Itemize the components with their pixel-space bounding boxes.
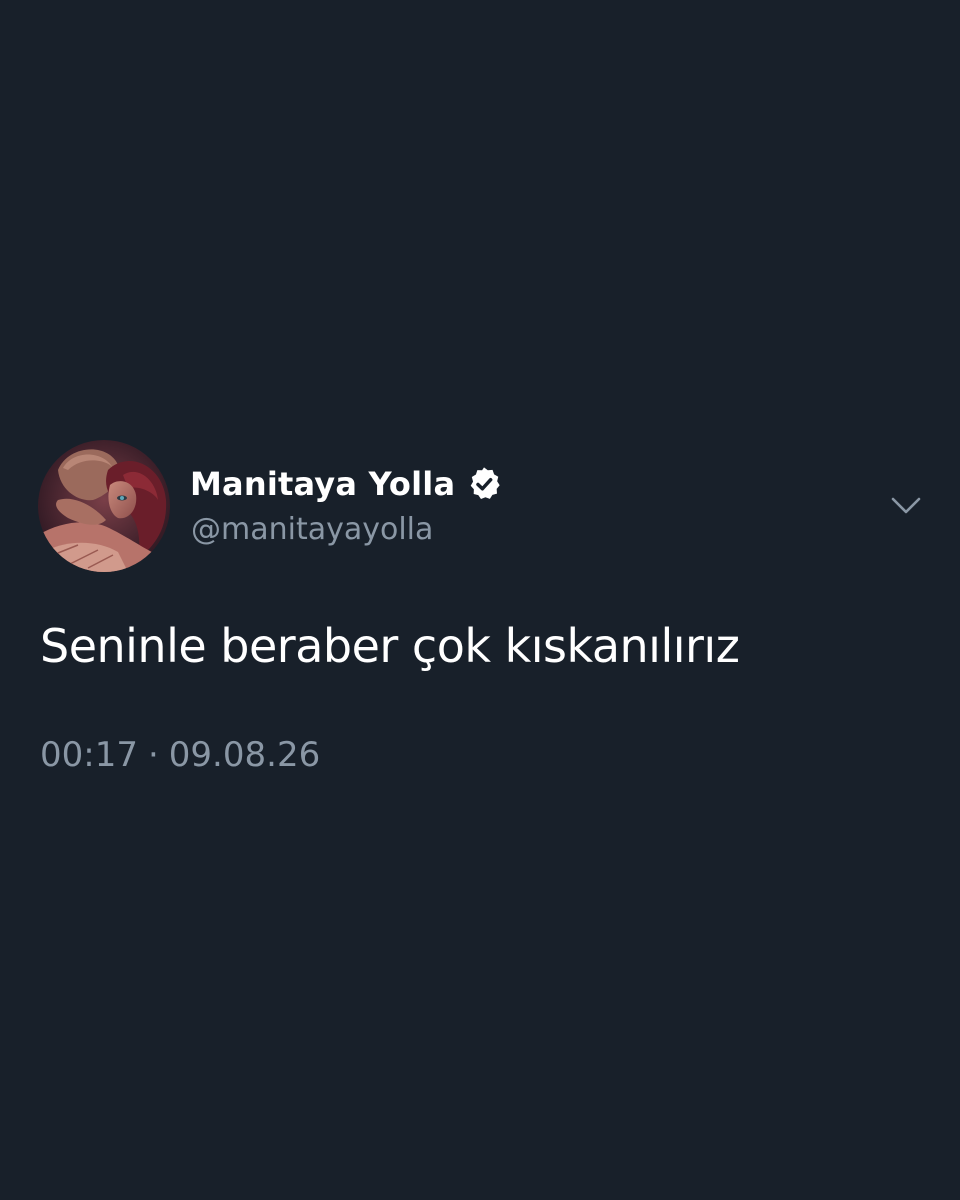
tweet-time: 00:17 (40, 735, 138, 775)
avatar[interactable] (38, 440, 170, 572)
tweet-timestamp: 00:17 · 09.08.26 (40, 732, 320, 778)
verified-badge-icon (465, 465, 503, 503)
meta-separator: · (147, 735, 159, 775)
tweet-date: 09.08.26 (168, 735, 321, 775)
user-handle[interactable]: @manitayayolla (191, 510, 433, 550)
tweet-text: Seninle beraber çok kıskanılırız (40, 619, 740, 673)
chevron-down-icon[interactable] (886, 488, 926, 524)
display-name-row: Manitaya Yolla (190, 462, 503, 506)
tweet-card: Manitaya Yolla @manitayayolla Seninle be… (0, 0, 960, 1200)
display-name[interactable]: Manitaya Yolla (190, 465, 455, 503)
avatar-illustration (38, 440, 170, 572)
